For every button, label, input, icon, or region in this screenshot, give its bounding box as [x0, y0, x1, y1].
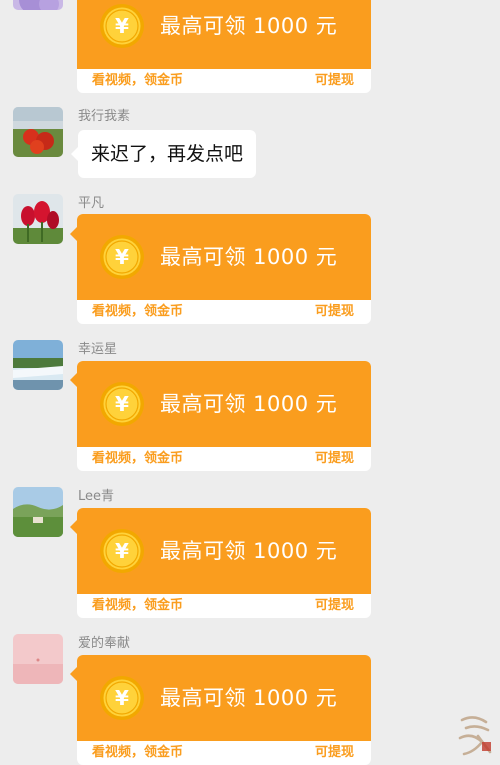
avatar[interactable] — [13, 0, 63, 10]
sender-name: 爱的奉献 — [78, 636, 131, 651]
sender-name: Lee青 — [78, 489, 115, 504]
calligraphy-seal-watermark — [452, 712, 498, 762]
bubble-tail — [70, 520, 77, 534]
bubble-tail — [70, 373, 77, 387]
sender-name: 平凡 — [78, 196, 105, 211]
red-packet-title: 最高可领 1000 元 — [160, 539, 338, 563]
red-packet-withdraw-label: 可提现 — [314, 598, 354, 613]
bubble-tail — [70, 667, 77, 681]
avatar[interactable] — [13, 487, 63, 537]
yen-coin-icon: ¥ — [99, 3, 145, 49]
red-packet-card[interactable]: ¥ 最高可领 1000 元 看视频，领金币 可提现 — [77, 214, 371, 324]
red-packet-subtitle: 看视频，领金币 — [92, 73, 184, 88]
red-packet-withdraw-label: 可提现 — [314, 745, 354, 760]
yen-coin-icon: ¥ — [99, 381, 145, 427]
yen-coin-icon: ¥ — [99, 675, 145, 721]
red-packet-card[interactable]: ¥ 最高可领 1000 元 看视频，领金币 可提现 — [77, 508, 371, 618]
svg-text:¥: ¥ — [115, 392, 129, 416]
avatar[interactable] — [13, 107, 63, 157]
svg-text:¥: ¥ — [115, 245, 129, 269]
svg-text:¥: ¥ — [115, 539, 129, 563]
sender-name: 我行我素 — [78, 109, 131, 124]
red-packet-subtitle: 看视频，领金币 — [92, 304, 184, 319]
message-bubble[interactable]: 来迟了，再发点吧 — [70, 130, 257, 178]
red-packet-title: 最高可领 1000 元 — [160, 392, 338, 416]
red-packet-subtitle: 看视频，领金币 — [92, 745, 184, 760]
red-packet-card[interactable]: ¥ 最高可领 1000 元 看视频，领金币 可提现 — [77, 361, 371, 471]
avatar[interactable] — [13, 340, 63, 390]
red-packet-subtitle: 看视频，领金币 — [92, 598, 184, 613]
svg-text:¥: ¥ — [115, 14, 129, 38]
red-packet-withdraw-label: 可提现 — [314, 304, 354, 319]
red-packet-title: 最高可领 1000 元 — [160, 686, 338, 710]
yen-coin-icon: ¥ — [99, 234, 145, 280]
yen-coin-icon: ¥ — [99, 528, 145, 574]
red-packet-card[interactable]: ¥ 最高可领 1000 元 看视频，领金币 可提现 — [77, 655, 371, 765]
red-packet-withdraw-label: 可提现 — [314, 73, 354, 88]
sender-name: 幸运星 — [78, 342, 118, 357]
bubble-tail — [70, 227, 77, 241]
avatar[interactable] — [13, 634, 63, 684]
red-packet-title: 最高可领 1000 元 — [160, 14, 338, 38]
red-packet-withdraw-label: 可提现 — [314, 451, 354, 466]
red-packet-card[interactable]: ¥ 最高可领 1000 元 看视频，领金币 可提现 — [77, 0, 371, 93]
svg-text:¥: ¥ — [115, 686, 129, 710]
red-packet-subtitle: 看视频，领金币 — [92, 451, 184, 466]
avatar[interactable] — [13, 194, 63, 244]
red-packet-title: 最高可领 1000 元 — [160, 245, 338, 269]
